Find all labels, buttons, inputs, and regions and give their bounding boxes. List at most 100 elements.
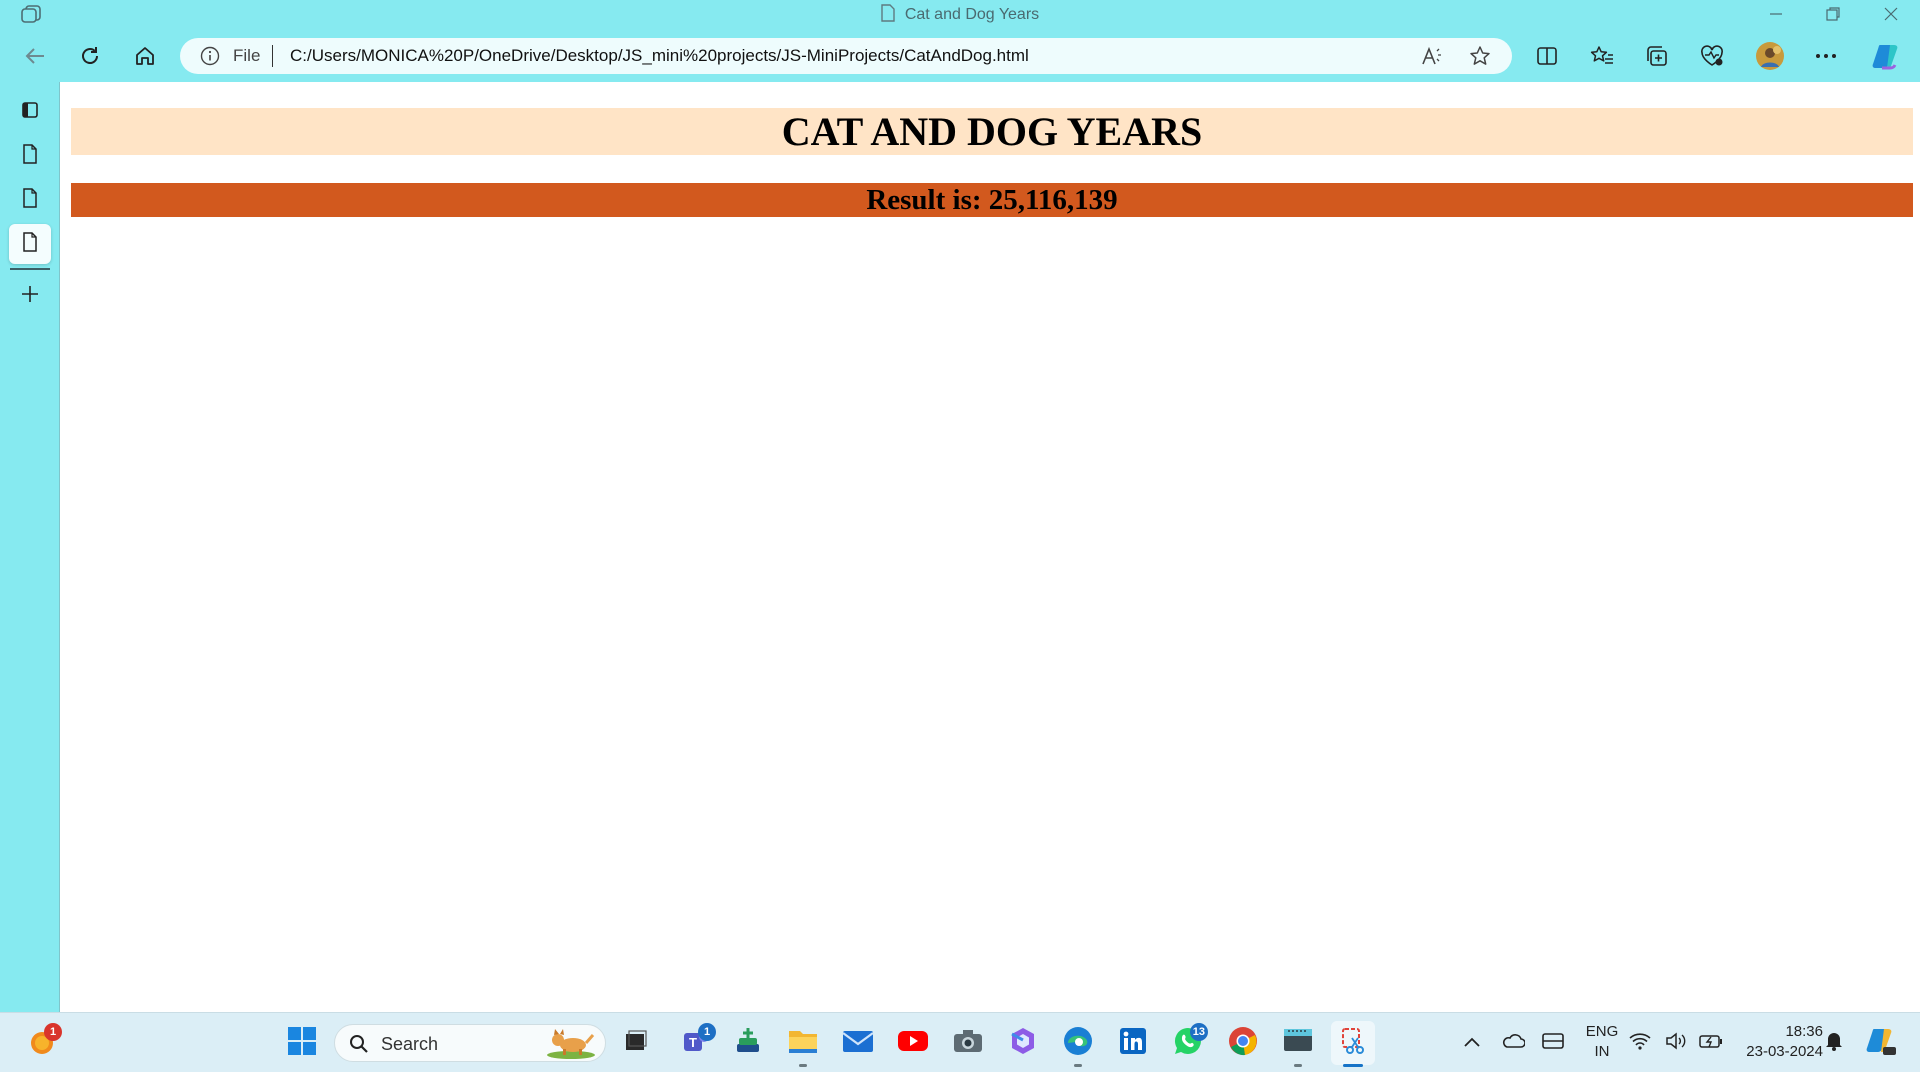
copilot-button[interactable] [1866, 36, 1906, 76]
touch-keyboard-tray[interactable] [1531, 1021, 1575, 1065]
battery-icon [1699, 1033, 1723, 1054]
window-title: Cat and Dog Years [0, 4, 1920, 27]
clock[interactable]: 18:36 23-03-2024 [1733, 1023, 1823, 1063]
restore-button[interactable] [1805, 0, 1861, 28]
active-app-indicator [1343, 1064, 1363, 1067]
plus-icon [21, 285, 39, 308]
whatsapp-badge: 13 [1189, 1023, 1208, 1041]
windows-logo-icon [287, 1026, 317, 1061]
battery-tray[interactable] [1696, 1021, 1726, 1065]
browser-essentials-button[interactable] [1692, 36, 1732, 76]
split-screen-button[interactable] [1527, 36, 1567, 76]
more-options-button[interactable] [1806, 36, 1846, 76]
youtube-app[interactable] [891, 1021, 935, 1065]
scheme-label: File [233, 46, 261, 65]
taskbar-search[interactable]: Search [334, 1024, 606, 1062]
running-indicator [799, 1064, 807, 1067]
copilot-hexagon-icon [1008, 1026, 1038, 1061]
clock-date: 23-03-2024 [1746, 1043, 1823, 1060]
vertical-tabs-sidebar [0, 84, 58, 1012]
weather-badge: 1 [44, 1023, 62, 1041]
show-hidden-icons-button[interactable] [1450, 1021, 1494, 1065]
edge-app[interactable] [1056, 1021, 1100, 1067]
edge-icon [1062, 1025, 1094, 1062]
file-explorer-app[interactable] [781, 1021, 825, 1067]
page-content: CAT AND DOG YEARS Result is: 25,116,139 [59, 82, 1920, 1012]
task-view-button[interactable] [614, 1021, 658, 1065]
tab-actions-menu[interactable] [9, 92, 51, 132]
minimize-button[interactable] [1748, 0, 1804, 28]
volume-tray[interactable] [1663, 1021, 1689, 1065]
favorites-button[interactable] [1582, 36, 1622, 76]
app-store-stack[interactable] [726, 1021, 770, 1065]
youtube-icon [897, 1029, 929, 1058]
window-title-text: Cat and Dog Years [904, 6, 1040, 23]
back-button[interactable] [15, 36, 55, 76]
search-placeholder: Search [381, 1034, 439, 1054]
home-button[interactable] [125, 36, 165, 76]
language-code: ENG [1585, 1023, 1619, 1040]
page-icon [22, 143, 38, 169]
copilot-taskbar-button[interactable] [1859, 1021, 1903, 1065]
search-icon [349, 1034, 369, 1059]
page-icon [22, 231, 38, 257]
terminal-app[interactable] [1276, 1021, 1320, 1067]
taskbar: 1 Search T 1 13 ENG IN 18:36 23-03-2024 [0, 1012, 1920, 1072]
start-button[interactable] [280, 1021, 324, 1065]
collections-button[interactable] [1637, 36, 1677, 76]
address-bar[interactable]: File C:/Users/MONICA%20P/OneDrive/Deskto… [180, 38, 1512, 74]
region-code: IN [1594, 1043, 1610, 1060]
notifications-button[interactable] [1814, 1021, 1854, 1065]
close-button[interactable] [1863, 0, 1919, 28]
site-info-icon[interactable] [200, 46, 220, 71]
profile-avatar[interactable] [1750, 36, 1790, 76]
running-indicator [1074, 1064, 1082, 1067]
search-highlight-icon [543, 1027, 599, 1059]
page-heading: CAT AND DOG YEARS [71, 108, 1913, 155]
linkedin-app[interactable] [1111, 1021, 1155, 1065]
copilot-app[interactable] [1001, 1021, 1045, 1065]
cloud-icon [1501, 1033, 1526, 1054]
running-indicator [1294, 1064, 1302, 1067]
mail-icon [842, 1028, 874, 1059]
address-divider [272, 45, 273, 67]
snipping-tool-icon [1338, 1026, 1368, 1061]
read-aloud-icon[interactable] [1420, 44, 1444, 68]
camera-app[interactable] [946, 1021, 990, 1065]
wifi-tray[interactable] [1627, 1021, 1653, 1065]
whatsapp-app[interactable]: 13 [1166, 1021, 1210, 1065]
tab-item-2[interactable] [9, 180, 51, 220]
tab-actions-icon [20, 100, 40, 125]
clock-time: 18:36 [1785, 1023, 1823, 1040]
browser-toolbar: File C:/Users/MONICA%20P/OneDrive/Deskto… [0, 36, 1920, 76]
favorite-star-icon[interactable] [1468, 44, 1492, 68]
wifi-icon [1629, 1032, 1651, 1055]
svg-text:T: T [689, 1035, 697, 1050]
language-indicator[interactable]: ENG IN [1577, 1023, 1627, 1063]
teams-app[interactable]: T 1 [674, 1021, 718, 1065]
speaker-icon [1665, 1031, 1687, 1055]
snipping-tool-app[interactable] [1331, 1021, 1375, 1067]
task-view-icon [623, 1028, 649, 1059]
url-text[interactable]: C:/Users/MONICA%20P/OneDrive/Desktop/JS_… [290, 46, 1029, 66]
chrome-app[interactable] [1221, 1021, 1265, 1065]
title-bar: Cat and Dog Years [0, 0, 1920, 28]
copilot-pre-icon [1865, 1025, 1897, 1062]
weather-widget[interactable]: 1 [20, 1021, 64, 1065]
keyboard-icon [1541, 1032, 1565, 1055]
refresh-button[interactable] [70, 36, 110, 76]
document-icon [881, 4, 895, 27]
sidebar-divider [10, 268, 50, 270]
folder-icon [787, 1027, 819, 1060]
mail-app[interactable] [836, 1021, 880, 1065]
chrome-icon [1227, 1025, 1259, 1062]
tab-item-3-active[interactable] [9, 224, 51, 264]
result-output: Result is: 25,116,139 [71, 183, 1913, 217]
onedrive-tray[interactable] [1491, 1021, 1535, 1065]
new-tab-button[interactable] [9, 276, 51, 316]
page-icon [22, 187, 38, 213]
teams-badge: 1 [698, 1023, 716, 1041]
stack-app-icon [733, 1026, 763, 1061]
tab-item-1[interactable] [9, 136, 51, 176]
linkedin-icon [1119, 1027, 1147, 1060]
